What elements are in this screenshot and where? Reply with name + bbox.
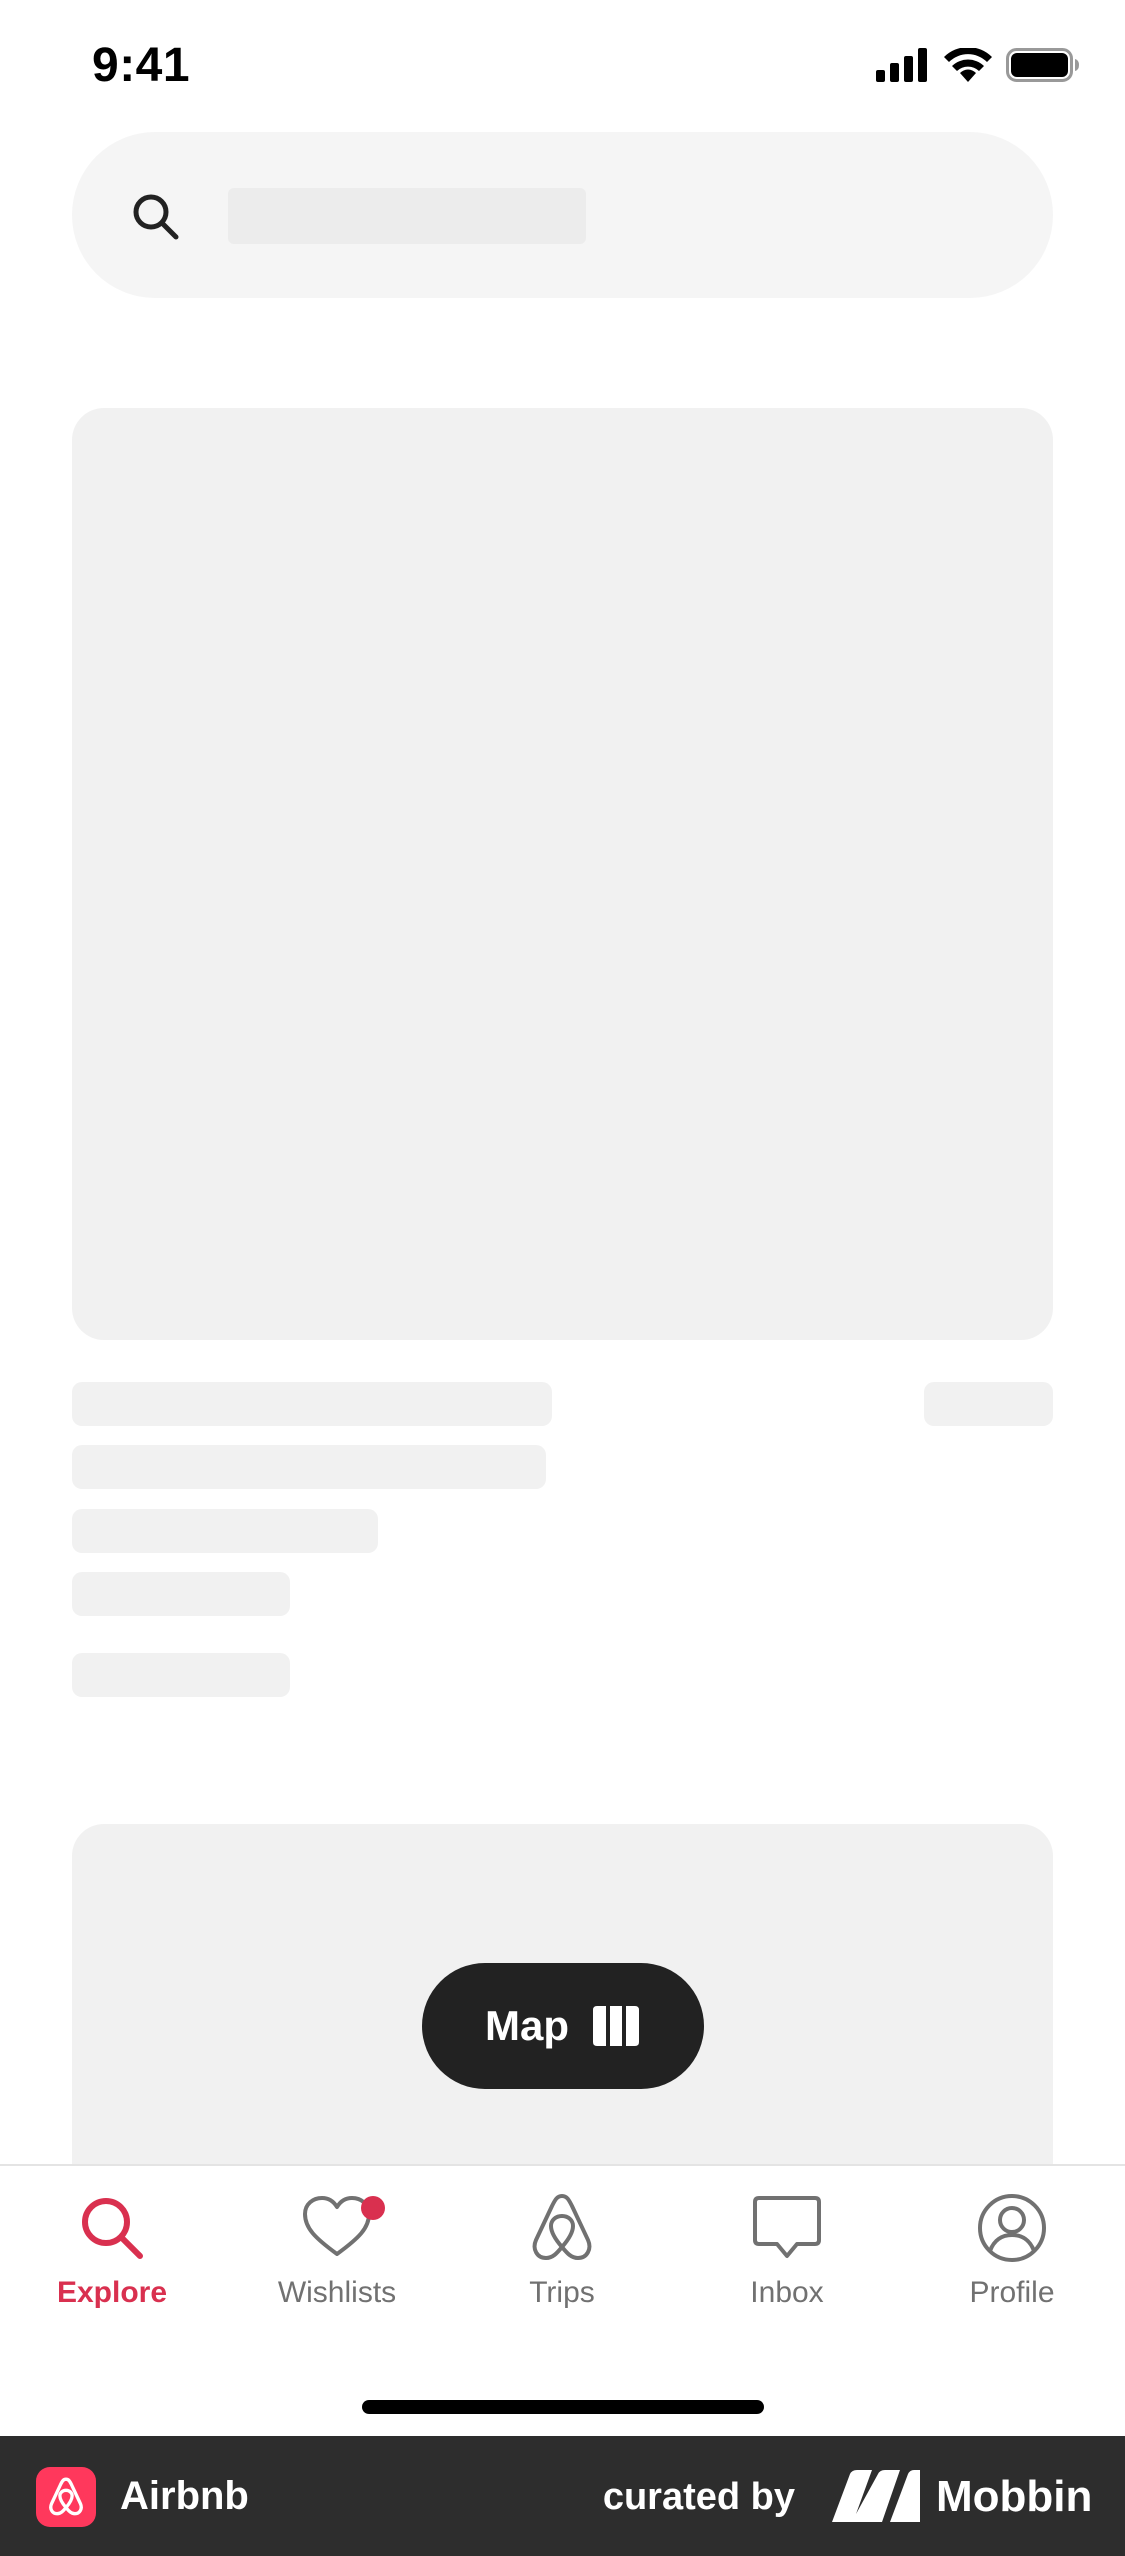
map-button[interactable]: Map bbox=[422, 1963, 704, 2089]
home-indicator bbox=[362, 2400, 764, 2414]
tab-wishlists[interactable]: Wishlists bbox=[237, 2192, 437, 2342]
airbnb-app-logo bbox=[36, 2467, 96, 2527]
tab-trips-label: Trips bbox=[529, 2276, 595, 2309]
listing-image-skeleton bbox=[72, 408, 1053, 1340]
listing-subtitle-skeleton bbox=[72, 1445, 546, 1489]
footer-brand-name: Mobbin bbox=[936, 2472, 1093, 2521]
wifi-icon bbox=[944, 48, 992, 82]
mobbin-logo-icon bbox=[832, 2470, 920, 2522]
tab-explore-label: Explore bbox=[56, 2276, 168, 2309]
tab-bar: Explore Wishlists Trips Inbox Profile bbox=[0, 2164, 1125, 2436]
listing-title-skeleton bbox=[72, 1382, 552, 1426]
status-time: 9:41 bbox=[92, 39, 191, 92]
wishlist-notification-dot bbox=[361, 2196, 385, 2220]
listing-price-skeleton bbox=[72, 1653, 290, 1697]
explore-screen: 9:41 Map Explore Wishlists Trips Inbox P… bbox=[0, 0, 1125, 2556]
footer-curated-by: curated by bbox=[602, 2476, 795, 2518]
user-circle-icon bbox=[978, 2194, 1046, 2262]
footer-app-name: Airbnb bbox=[120, 2474, 249, 2518]
tab-wishlists-label: Wishlists bbox=[277, 2276, 397, 2309]
tab-trips[interactable]: Trips bbox=[462, 2192, 662, 2342]
listing-dates-skeleton bbox=[72, 1509, 378, 1553]
search-icon bbox=[133, 194, 179, 240]
tab-explore[interactable]: Explore bbox=[12, 2192, 212, 2342]
footer-banner: Airbnb curated by Mobbin bbox=[0, 2436, 1125, 2556]
status-bar: 9:41 bbox=[0, 0, 1125, 140]
tab-profile-label: Profile bbox=[969, 2276, 1055, 2309]
status-icons bbox=[876, 48, 1080, 82]
airbnb-logo-icon bbox=[49, 2477, 83, 2516]
message-icon bbox=[753, 2196, 821, 2258]
map-button-label: Map bbox=[485, 2002, 569, 2049]
tab-inbox-label: Inbox bbox=[750, 2276, 824, 2309]
search-icon bbox=[82, 2198, 143, 2259]
cellular-signal-icon bbox=[876, 48, 927, 82]
map-icon bbox=[593, 2006, 639, 2046]
airbnb-logo-icon bbox=[532, 2194, 592, 2260]
tab-profile[interactable]: Profile bbox=[912, 2192, 1112, 2342]
battery-icon bbox=[1006, 48, 1079, 82]
listing-rating-skeleton bbox=[924, 1382, 1053, 1426]
tab-inbox[interactable]: Inbox bbox=[687, 2192, 887, 2342]
listing-detail-skeleton bbox=[72, 1572, 290, 1616]
search-placeholder-skeleton bbox=[228, 188, 586, 244]
